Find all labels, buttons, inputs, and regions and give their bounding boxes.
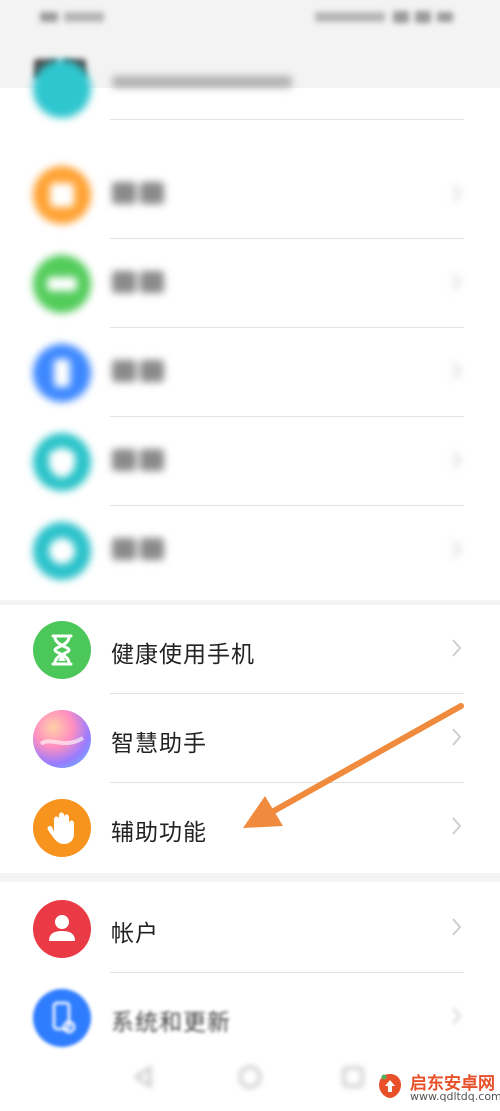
- settings-item-accessibility[interactable]: 辅助功能: [0, 783, 500, 872]
- teal-icon: [33, 60, 91, 118]
- chevron-right-icon: [452, 1007, 462, 1025]
- settings-item-digital-balance[interactable]: 健康使用手机: [0, 605, 500, 694]
- chevron-right-icon: [452, 362, 462, 380]
- green-battery-icon: [33, 255, 91, 313]
- settings-item-accounts[interactable]: 帐户: [0, 884, 500, 973]
- settings-group-1: [0, 60, 500, 600]
- watermark: 启东安卓网 www.qdltdq.com: [372, 1066, 500, 1111]
- status-icons-icon: [315, 11, 453, 23]
- carrier-indicator-icon: [40, 12, 104, 22]
- blurred-label-icon: [112, 360, 164, 382]
- orange-grid-icon: [33, 166, 91, 224]
- teal-security-icon: [33, 433, 91, 491]
- chevron-right-icon: [452, 540, 462, 558]
- home-icon[interactable]: [237, 1064, 263, 1090]
- colorful-orb-icon: [33, 710, 91, 768]
- blurred-label-icon: [112, 271, 164, 293]
- settings-screen: 健康使用手机 智慧助手 辅助功能 帐户 系统和更新 启东安卓网 www.qdlt…: [0, 0, 500, 1111]
- chevron-right-icon: [452, 273, 462, 291]
- chevron-right-icon: [452, 451, 462, 469]
- hourglass-icon: [33, 621, 91, 679]
- watermark-logo-icon: [373, 1069, 407, 1103]
- watermark-url: www.qdltdq.com: [410, 1090, 500, 1103]
- chevron-right-icon: [452, 639, 462, 657]
- settings-item-blurred-4[interactable]: [0, 328, 500, 417]
- settings-item-label: 帐户: [111, 921, 159, 947]
- chevron-right-icon: [452, 817, 462, 835]
- chevron-right-icon: [452, 184, 462, 202]
- teal-privacy-icon: [33, 522, 91, 580]
- settings-item-label: 系统和更新: [111, 1010, 231, 1036]
- divider: [110, 119, 464, 120]
- settings-item-label: 辅助功能: [111, 820, 207, 846]
- blurred-label-icon: [112, 449, 164, 471]
- chevron-right-icon: [452, 918, 462, 936]
- settings-item-label: 健康使用手机: [111, 642, 255, 668]
- blurred-label-icon: [112, 182, 164, 204]
- recent-apps-icon[interactable]: [340, 1064, 366, 1090]
- phone-gear-icon: [33, 989, 91, 1047]
- settings-item-smart-assistant[interactable]: 智慧助手: [0, 694, 500, 783]
- back-icon[interactable]: [130, 1064, 156, 1090]
- settings-item-blurred-1[interactable]: [0, 58, 500, 120]
- blue-storage-icon: [33, 344, 91, 402]
- settings-item-label: 智慧助手: [111, 731, 207, 757]
- settings-item-blurred-2[interactable]: [0, 150, 500, 239]
- hand-icon: [33, 799, 91, 857]
- settings-item-blurred-3[interactable]: [0, 239, 500, 328]
- blurred-label-icon: [112, 538, 164, 560]
- person-icon: [33, 900, 91, 958]
- chevron-right-icon: [452, 728, 462, 746]
- settings-item-blurred-5[interactable]: [0, 417, 500, 506]
- blurred-label-icon: [112, 76, 292, 88]
- settings-item-blurred-6[interactable]: [0, 506, 500, 595]
- status-bar: [0, 0, 500, 34]
- settings-group-2: 健康使用手机 智慧助手 辅助功能: [0, 605, 500, 873]
